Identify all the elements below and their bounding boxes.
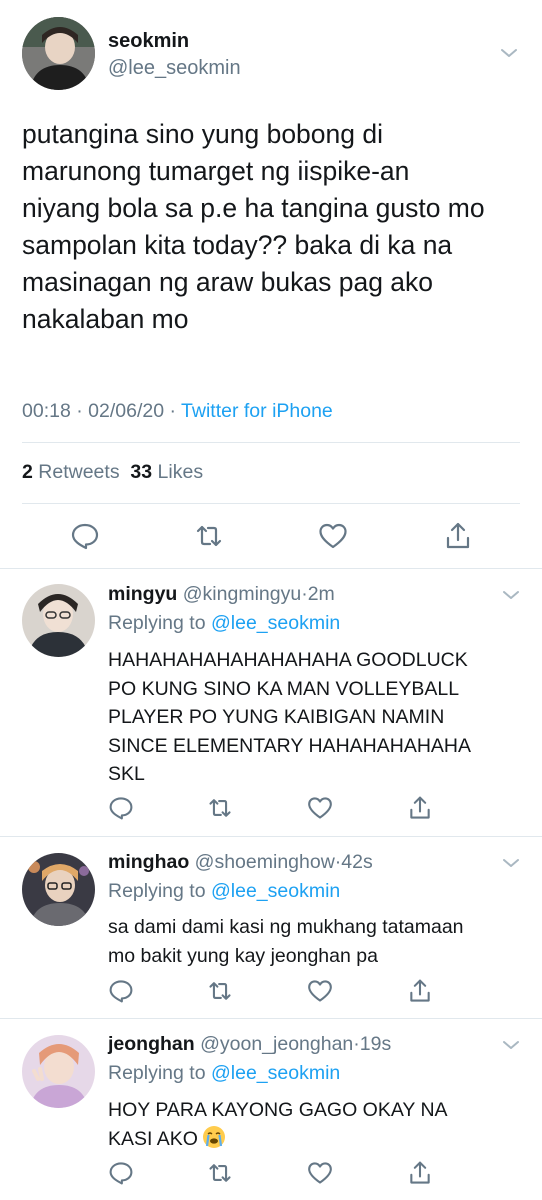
reply-text-line: SINCE ELEMENTARY HAHAHAHAHAHA [108, 734, 472, 757]
reply-icon[interactable] [108, 978, 138, 1008]
divider [22, 442, 520, 443]
reply-actions [0, 795, 542, 823]
username[interactable]: @kingmingyu [183, 583, 301, 605]
tweet-age: 19s [359, 1033, 392, 1055]
reply-text-line: KASI AKO [108, 1125, 518, 1154]
retweet-label: Retweets [38, 461, 120, 483]
reply-text-segment: KASI AKO [108, 1127, 198, 1150]
retweet-icon[interactable] [207, 795, 237, 825]
share-icon[interactable] [407, 795, 437, 825]
chevron-down-icon[interactable] [502, 1039, 520, 1051]
reply-header: minghao @shoeminghow·42s [108, 851, 373, 874]
like-count: 33 [130, 461, 153, 483]
username[interactable]: @shoeminghow [195, 851, 335, 873]
tweet-source-link[interactable]: Twitter for iPhone [181, 400, 333, 422]
avatar[interactable] [22, 853, 95, 926]
avatar-photo [22, 1035, 95, 1108]
like-label: Likes [157, 461, 204, 483]
replying-to-label: Replying to [108, 612, 206, 634]
replying-to-link[interactable]: @lee_seokmin [211, 612, 340, 634]
likes-stat[interactable]: 33 Likes [130, 461, 203, 483]
reply-header: mingyu @kingmingyu·2m [108, 583, 335, 606]
chevron-down-icon[interactable] [502, 589, 520, 601]
loudly-crying-face-emoji [203, 1125, 226, 1148]
avatar-photo [22, 17, 95, 90]
display-name[interactable]: mingyu [108, 583, 177, 605]
like-icon[interactable] [307, 1160, 337, 1190]
reply-text-line: HOY PARA KAYONG GAGO OKAY NA [108, 1099, 448, 1121]
display-name[interactable]: jeonghan [108, 1033, 195, 1055]
replying-to-link[interactable]: @lee_seokmin [211, 880, 340, 902]
reply-text: HOY PARA KAYONG GAGO OKAY NA KASI AKO [108, 1096, 518, 1153]
tweet-text-line: masinagan ng araw bukas pag ako [22, 267, 434, 297]
avatar[interactable] [22, 584, 95, 657]
reply-icon[interactable] [108, 795, 138, 825]
share-icon[interactable] [407, 978, 437, 1008]
reply-text: HAHAHAHAHAHAHAHAHA GOODLUCK PO KUNG SINO… [108, 646, 518, 789]
retweet-icon[interactable] [207, 1160, 237, 1190]
avatar[interactable] [22, 1035, 95, 1108]
avatar-photo [22, 584, 95, 657]
share-icon[interactable] [443, 521, 473, 551]
replying-to: Replying to @lee_seokmin [108, 1062, 340, 1085]
reply-text-line: PO KUNG SINO KA MAN VOLLEYBALL [108, 677, 460, 700]
avatar[interactable] [22, 17, 95, 90]
tweet-stats: 2 Retweets 33 Likes [22, 461, 203, 484]
display-name[interactable]: seokmin [108, 30, 189, 53]
chevron-down-icon[interactable] [500, 47, 518, 59]
divider [22, 503, 520, 504]
replying-to-label: Replying to [108, 880, 206, 902]
retweet-count: 2 [22, 461, 33, 483]
tweet-age: 42s [341, 851, 373, 873]
meta-separator: · [164, 400, 182, 422]
tweet-date: 02/06/20 [88, 400, 165, 422]
username[interactable]: @yoon_jeonghan [200, 1033, 353, 1055]
tweet-text-line: niyang bola sa p.e ha tangina gusto mo [22, 193, 485, 223]
like-icon[interactable] [318, 521, 348, 551]
replying-to: Replying to @lee_seokmin [108, 612, 340, 635]
tweet-text: putangina sino yung bobong di marunong t… [22, 116, 522, 338]
replying-to-link[interactable]: @lee_seokmin [211, 1062, 340, 1084]
reply-icon[interactable] [108, 1160, 138, 1190]
meta-separator: · [70, 400, 89, 422]
username[interactable]: @lee_seokmin [108, 57, 241, 80]
tweet-text-line: marunong tumarget ng iispike-an [22, 156, 410, 186]
chevron-down-icon[interactable] [502, 857, 520, 869]
reply-icon[interactable] [70, 521, 100, 551]
like-icon[interactable] [307, 795, 337, 825]
replying-to: Replying to @lee_seokmin [108, 880, 340, 903]
reply-actions [0, 978, 542, 1006]
tweet-text-line: sampolan kita today?? baka di ka na [22, 230, 453, 260]
main-tweet: seokmin @lee_seokmin putangina sino yung… [0, 0, 542, 568]
share-icon[interactable] [407, 1160, 437, 1190]
tweet-text-line: putangina sino yung bobong di [22, 119, 383, 149]
reply-tweet[interactable]: minghao @shoeminghow·42s Replying to @le… [0, 837, 542, 1018]
like-icon[interactable] [307, 978, 337, 1008]
display-name[interactable]: minghao [108, 851, 189, 873]
reply-text-line: PLAYER PO YUNG KAIBIGAN NAMIN [108, 706, 445, 728]
reply-tweet[interactable]: jeonghan @yoon_jeonghan·19s Replying to … [0, 1019, 542, 1200]
tweet-time: 00:18 [22, 400, 71, 422]
reply-text-line: SKL [108, 763, 145, 785]
reply-tweet[interactable]: mingyu @kingmingyu·2m Replying to @lee_s… [0, 569, 542, 836]
reply-text-line: HAHAHAHAHAHAHAHAHA GOODLUCK [108, 649, 468, 671]
retweet-icon[interactable] [194, 521, 224, 551]
tweet-age: 2m [307, 583, 335, 605]
retweet-icon[interactable] [207, 978, 237, 1008]
reply-header: jeonghan @yoon_jeonghan·19s [108, 1033, 391, 1056]
replying-to-label: Replying to [108, 1062, 206, 1084]
tweet-metadata: 00:18 · 02/06/20 · Twitter for iPhone [22, 400, 333, 423]
reply-text: sa dami dami kasi ng mukhang tatamaan mo… [108, 913, 518, 970]
avatar-photo [22, 853, 95, 926]
tweet-text-line: nakalaban mo [22, 304, 189, 334]
retweets-stat[interactable]: 2 Retweets [22, 461, 120, 483]
reply-text-line: mo bakit yung kay jeonghan pa [108, 944, 378, 967]
reply-text-line: sa dami dami kasi ng mukhang tatamaan [108, 916, 464, 938]
reply-actions [0, 1160, 542, 1188]
tweet-actions [0, 519, 542, 553]
